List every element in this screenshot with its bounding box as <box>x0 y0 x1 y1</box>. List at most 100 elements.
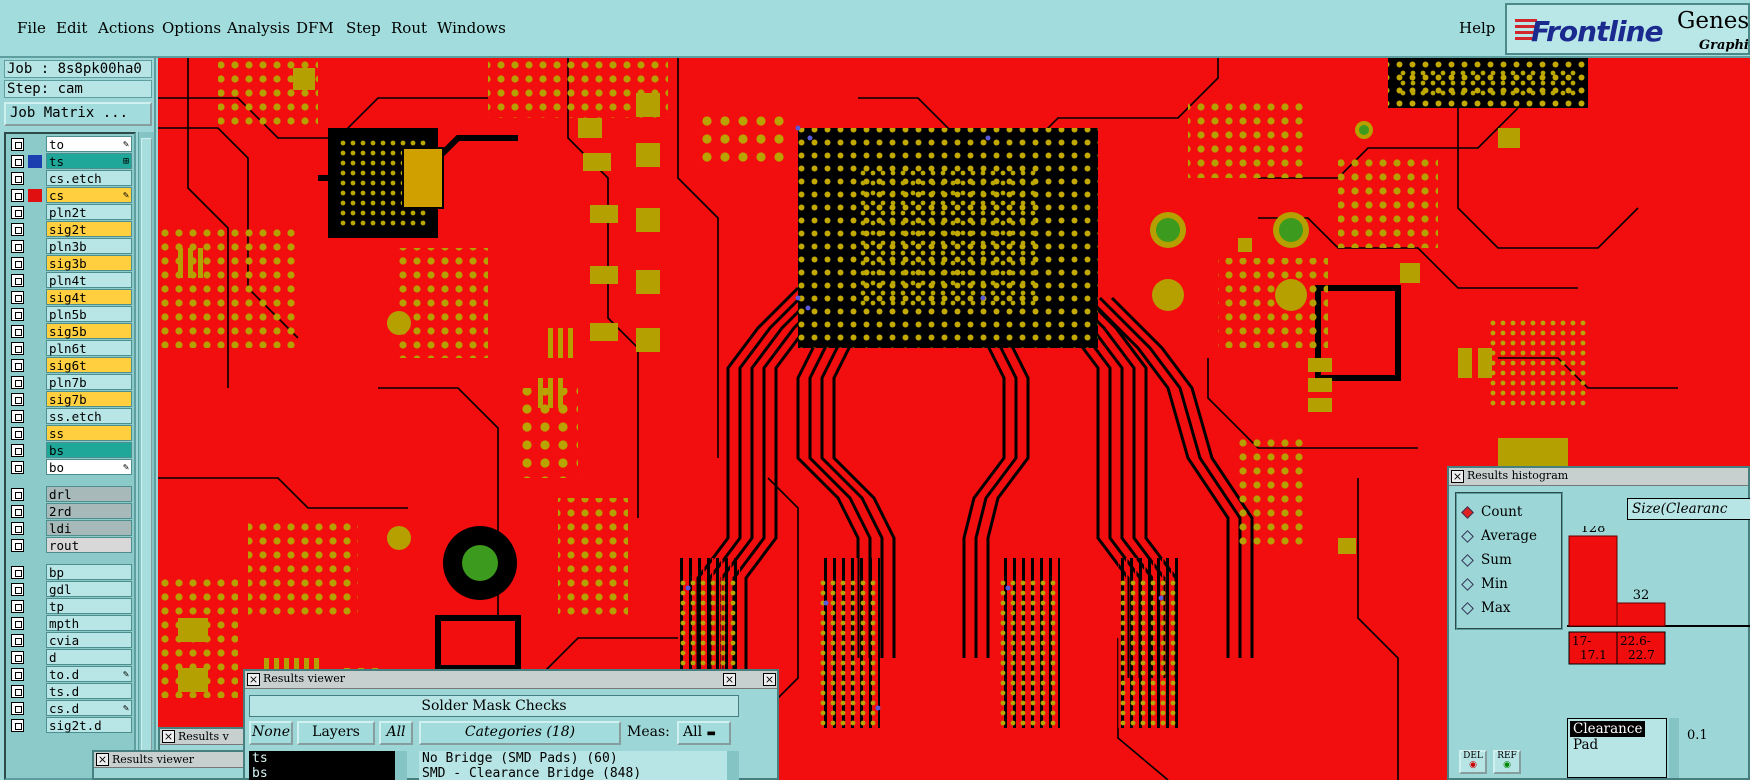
layer-row-bo[interactable]: bo ✎ <box>8 459 132 476</box>
viewer-category-list[interactable]: No Bridge (SMD Pads) (60) SMD - Clearanc… <box>419 751 727 780</box>
layer-row-to.d[interactable]: to.d ✎ <box>8 666 132 683</box>
layer-checkbox[interactable] <box>11 668 24 681</box>
layer-checkbox[interactable] <box>11 342 24 355</box>
meas-select[interactable]: All ▬ <box>677 721 731 745</box>
histogram-size-selector[interactable]: Size(Clearanc <box>1627 498 1750 520</box>
list-item-selected[interactable]: Clearance <box>1570 721 1646 737</box>
layer-name[interactable]: to ✎ <box>46 136 132 152</box>
menu-step[interactable]: Step <box>346 19 381 37</box>
menu-dfm[interactable]: DFM <box>296 19 334 37</box>
layer-checkbox[interactable] <box>11 702 24 715</box>
layer-row-cs.etch[interactable]: cs.etch <box>8 170 132 187</box>
layer-checkbox[interactable] <box>11 634 24 647</box>
layer-name[interactable]: bo ✎ <box>46 459 132 475</box>
back-viewer-titlebar-2[interactable]: × Results viewer <box>94 752 250 768</box>
layer-row-sig2t.d[interactable]: sig2t.d <box>8 717 132 734</box>
layer-row-gdl[interactable]: gdl <box>8 581 132 598</box>
layer-name[interactable]: ts.d <box>46 683 132 699</box>
layer-row-2rd[interactable]: 2rd <box>8 503 132 520</box>
layer-row-cs.d[interactable]: cs.d ✎ <box>8 700 132 717</box>
layer-name[interactable]: mpth <box>46 615 132 631</box>
menu-rout[interactable]: Rout <box>391 19 427 37</box>
layer-name[interactable]: ss.etch <box>46 408 132 424</box>
layer-name[interactable]: sig6t <box>46 357 132 373</box>
layer-row-pln5b[interactable]: pln5b <box>8 306 132 323</box>
layer-row-sig3b[interactable]: sig3b <box>8 255 132 272</box>
layer-name[interactable]: pln6t <box>46 340 132 356</box>
layer-checkbox[interactable] <box>11 257 24 270</box>
histogram-titlebar[interactable]: × Results histogram <box>1449 468 1748 486</box>
layer-row-pln3b[interactable]: pln3b <box>8 238 132 255</box>
list-item[interactable]: SMD - Clearance Bridge (848) <box>422 766 727 780</box>
none-button[interactable]: None <box>249 721 293 745</box>
layer-row-ldi[interactable]: ldi <box>8 520 132 537</box>
layer-name[interactable]: d <box>46 649 132 665</box>
layer-name[interactable]: sig4t <box>46 289 132 305</box>
layer-checkbox[interactable] <box>11 583 24 596</box>
all-button[interactable]: All <box>379 721 413 745</box>
layer-name[interactable]: sig2t.d <box>46 717 132 733</box>
layer-name[interactable]: pln3b <box>46 238 132 254</box>
layer-row-ts.d[interactable]: ts.d <box>8 683 132 700</box>
close-icon[interactable]: × <box>162 730 175 743</box>
list-item[interactable]: ts <box>252 751 395 766</box>
layer-checkbox[interactable] <box>11 539 24 552</box>
list-item[interactable]: Pad <box>1568 737 1666 753</box>
layer-name[interactable]: ldi <box>46 520 132 536</box>
layer-row-d[interactable]: d <box>8 649 132 666</box>
close-icon[interactable]: × <box>723 673 736 686</box>
close-icon[interactable]: × <box>763 673 776 686</box>
layer-row-ts[interactable]: ts ⊞ <box>8 153 132 170</box>
layer-name[interactable]: cs.d ✎ <box>46 700 132 716</box>
layer-name[interactable]: tp <box>46 598 132 614</box>
layer-checkbox[interactable] <box>11 206 24 219</box>
layer-name[interactable]: ss <box>46 425 132 441</box>
layer-checkbox[interactable] <box>11 155 24 168</box>
layer-checkbox[interactable] <box>11 566 24 579</box>
layer-name[interactable]: pln2t <box>46 204 132 220</box>
layer-checkbox[interactable] <box>11 600 24 613</box>
layer-row-ss.etch[interactable]: ss.etch <box>8 408 132 425</box>
layer-name[interactable]: cs.etch <box>46 170 132 186</box>
menu-help[interactable]: Help <box>1459 19 1495 37</box>
layer-checkbox[interactable] <box>11 410 24 423</box>
layer-checkbox[interactable] <box>11 685 24 698</box>
layer-name[interactable]: rout <box>46 537 132 553</box>
layer-checkbox[interactable] <box>11 461 24 474</box>
viewer-category-scrollbar[interactable] <box>727 751 739 780</box>
layer-row-sig2t[interactable]: sig2t <box>8 221 132 238</box>
menu-options[interactable]: Options <box>162 19 221 37</box>
layer-checkbox[interactable] <box>11 274 24 287</box>
delete-button[interactable]: DEL ◉ <box>1459 750 1487 774</box>
refresh-button[interactable]: REF ◉ <box>1493 750 1521 774</box>
layer-name[interactable]: gdl <box>46 581 132 597</box>
layer-row-sig5b[interactable]: sig5b <box>8 323 132 340</box>
layer-checkbox[interactable] <box>11 488 24 501</box>
layer-name[interactable]: pln7b <box>46 374 132 390</box>
menu-file[interactable]: File <box>17 19 46 37</box>
categories-button[interactable]: Categories (18) <box>419 721 621 745</box>
layer-checkbox[interactable] <box>11 172 24 185</box>
layer-checkbox[interactable] <box>11 359 24 372</box>
layer-checkbox[interactable] <box>11 444 24 457</box>
layer-checkbox[interactable] <box>11 719 24 732</box>
layer-row-rout[interactable]: rout <box>8 537 132 554</box>
layer-name[interactable]: sig7b <box>46 391 132 407</box>
viewer-titlebar[interactable]: × Results viewer × × <box>245 671 777 689</box>
layer-checkbox[interactable] <box>11 522 24 535</box>
layer-checkbox[interactable] <box>11 223 24 236</box>
close-icon[interactable]: × <box>96 753 109 766</box>
layer-checkbox[interactable] <box>11 308 24 321</box>
layer-name[interactable]: bs <box>46 442 132 458</box>
histogram-bar[interactable] <box>1616 602 1666 627</box>
layer-row-drl[interactable]: drl <box>8 486 132 503</box>
back-viewer-titlebar[interactable]: × Results v <box>160 729 246 745</box>
layer-row-sig4t[interactable]: sig4t <box>8 289 132 306</box>
layer-list[interactable]: to ✎ ts ⊞ cs.etch cs ✎ pln2t sig2t pln3b sig3b pln4… <box>4 132 136 780</box>
close-icon[interactable]: × <box>247 673 260 686</box>
list-item[interactable]: bs <box>252 766 395 780</box>
layer-checkbox[interactable] <box>11 427 24 440</box>
layer-name[interactable]: 2rd <box>46 503 132 519</box>
layer-row-pln2t[interactable]: pln2t <box>8 204 132 221</box>
layer-row-cs[interactable]: cs ✎ <box>8 187 132 204</box>
